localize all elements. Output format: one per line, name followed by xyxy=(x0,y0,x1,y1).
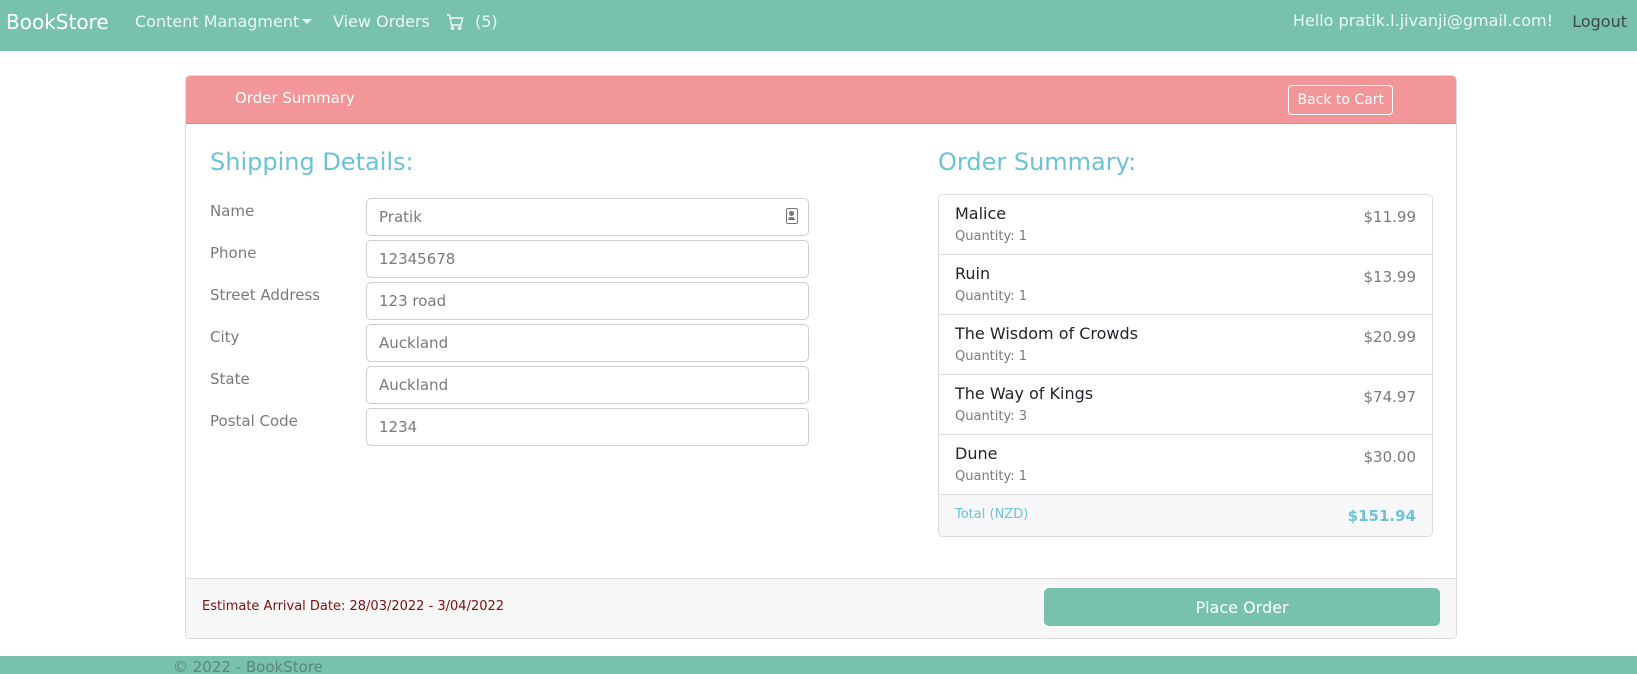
card-header-title: Order Summary xyxy=(235,89,355,107)
item-quantity: Quantity: 1 xyxy=(955,349,1028,364)
contact-card-icon[interactable] xyxy=(786,208,798,224)
list-item: Ruin Quantity: 1 $13.99 xyxy=(939,255,1432,315)
cart-icon[interactable] xyxy=(446,13,464,31)
list-item: Malice Quantity: 1 $11.99 xyxy=(939,195,1432,255)
view-orders-link[interactable]: View Orders xyxy=(333,12,430,31)
name-field[interactable] xyxy=(366,198,809,236)
item-title: The Way of Kings xyxy=(955,384,1094,403)
list-item: Dune Quantity: 1 $30.00 xyxy=(939,435,1432,495)
item-title: The Wisdom of Crowds xyxy=(955,324,1138,343)
logout-button[interactable]: Logout xyxy=(1572,12,1627,31)
page-footer: © 2022 - BookStore xyxy=(0,656,1637,674)
order-summary-list: Malice Quantity: 1 $11.99 Ruin Quantity:… xyxy=(938,194,1433,537)
item-title: Ruin xyxy=(955,264,991,283)
order-summary-title: Order Summary: xyxy=(938,148,1137,176)
item-quantity: Quantity: 1 xyxy=(955,229,1028,244)
phone-label: Phone xyxy=(210,244,257,262)
item-quantity: Quantity: 1 xyxy=(955,469,1028,484)
state-label: State xyxy=(210,370,250,388)
order-summary-card: Order Summary Back to Cart Shipping Deta… xyxy=(185,75,1457,639)
back-to-cart-button[interactable]: Back to Cart xyxy=(1288,85,1393,115)
copyright-text: © 2022 - BookStore xyxy=(173,658,323,674)
item-title: Malice xyxy=(955,204,1007,223)
item-quantity: Quantity: 1 xyxy=(955,289,1028,304)
list-item: The Way of Kings Quantity: 3 $74.97 xyxy=(939,375,1432,435)
total-label: Total (NZD) xyxy=(955,507,1029,522)
content-management-dropdown[interactable]: Content Managment xyxy=(135,12,313,31)
brand-link[interactable]: BookStore xyxy=(6,10,109,34)
postal-code-label: Postal Code xyxy=(210,412,298,430)
card-footer: Estimate Arrival Date: 28/03/2022 - 3/04… xyxy=(186,578,1456,638)
navbar: BookStore Content Managment View Orders … xyxy=(0,0,1637,51)
phone-field[interactable] xyxy=(366,240,809,278)
shipping-details-title: Shipping Details: xyxy=(210,148,414,176)
item-price: $11.99 xyxy=(1363,208,1417,226)
card-header: Order Summary Back to Cart xyxy=(186,76,1456,124)
street-address-field[interactable] xyxy=(366,282,809,320)
item-title: Dune xyxy=(955,444,998,463)
item-price: $20.99 xyxy=(1363,328,1417,346)
state-field[interactable] xyxy=(366,366,809,404)
city-field[interactable] xyxy=(366,324,809,362)
total-value: $151.94 xyxy=(1347,507,1416,525)
item-price: $13.99 xyxy=(1363,268,1417,286)
place-order-button[interactable]: Place Order xyxy=(1044,588,1440,626)
name-label: Name xyxy=(210,202,255,220)
content-management-label: Content Managment xyxy=(135,12,300,31)
item-quantity: Quantity: 3 xyxy=(955,409,1028,424)
city-label: City xyxy=(210,328,240,346)
order-total-row: Total (NZD) $151.94 xyxy=(939,495,1432,536)
user-greeting[interactable]: Hello pratik.l.jivanji@gmail.com! xyxy=(1293,11,1553,30)
estimated-arrival-text: Estimate Arrival Date: 28/03/2022 - 3/04… xyxy=(202,599,505,614)
item-price: $30.00 xyxy=(1363,448,1417,466)
postal-code-field[interactable] xyxy=(366,408,809,446)
street-address-label: Street Address xyxy=(210,286,321,304)
cart-count[interactable]: (5) xyxy=(475,12,498,31)
list-item: The Wisdom of Crowds Quantity: 1 $20.99 xyxy=(939,315,1432,375)
item-price: $74.97 xyxy=(1363,388,1417,406)
chevron-down-icon xyxy=(302,18,313,24)
